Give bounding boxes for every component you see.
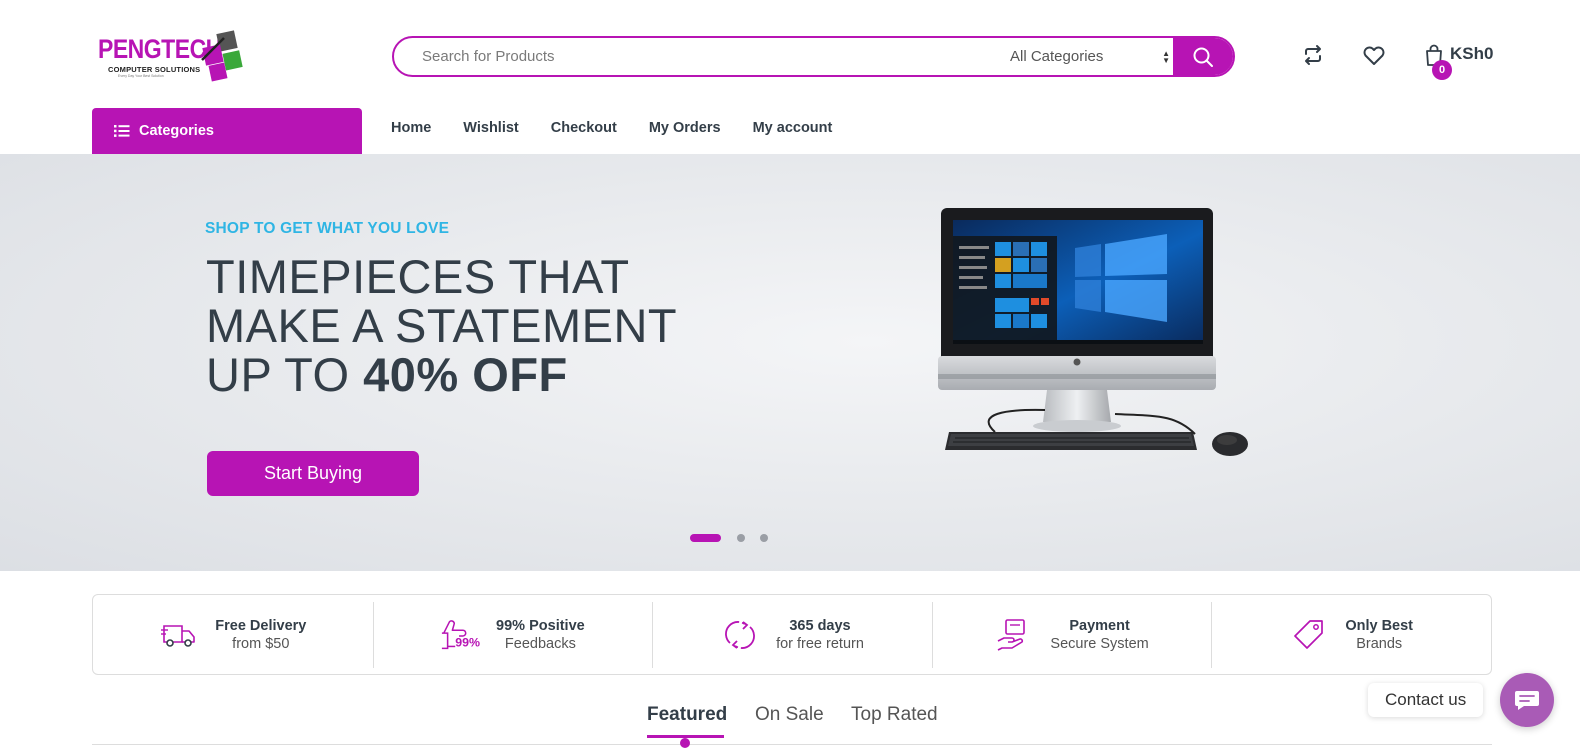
hero-line-1: TIMEPIECES THAT xyxy=(206,250,630,303)
feature-title: 99% Positive xyxy=(496,617,585,634)
hero-line-3: UP TO 40% OFF xyxy=(206,350,677,399)
feature-title: Free Delivery xyxy=(215,617,307,634)
nav-home[interactable]: Home xyxy=(391,120,431,136)
wishlist-heart-icon xyxy=(1363,46,1385,65)
nav-my-orders[interactable]: My Orders xyxy=(649,120,721,136)
feature-title: Payment xyxy=(1069,617,1130,634)
feature-subtitle: for free return xyxy=(776,635,864,652)
active-tab-pointer xyxy=(680,738,690,748)
hero-discount: 40% OFF xyxy=(363,348,568,401)
nav-checkout[interactable]: Checkout xyxy=(551,120,617,136)
feature-free-delivery: Free Delivery from $50 xyxy=(93,595,373,674)
hero-headline: TIMEPIECES THAT MAKE A STATEMENT UP TO 4… xyxy=(206,252,677,399)
feature-title: 365 days xyxy=(789,617,851,634)
search-bar: All Categories ▲▼ xyxy=(392,36,1235,77)
list-icon xyxy=(114,124,130,138)
feature-best-brands: Only Best Brands xyxy=(1211,595,1491,674)
select-arrows-icon: ▲ ▼ xyxy=(1162,49,1170,65)
search-input[interactable] xyxy=(394,38,982,75)
hero-slider: SHOP TO GET WHAT YOU LOVE TIMEPIECES THA… xyxy=(0,154,1580,571)
chat-icon xyxy=(1515,691,1539,710)
logo-mark-icon xyxy=(201,30,243,82)
product-tabs: Featured On Sale Top Rated xyxy=(92,700,1492,748)
tab-featured[interactable]: Featured xyxy=(647,704,727,726)
contact-us-label[interactable]: Contact us xyxy=(1368,683,1484,717)
feature-subtitle: Secure System xyxy=(1050,635,1149,652)
category-select-value: All Categories xyxy=(1010,48,1104,65)
cart-total[interactable]: KSh0 xyxy=(1450,44,1493,64)
features-bar: Free Delivery from $50 99% 99% Positive … xyxy=(92,594,1492,675)
logo-tagline: Every Day Your Best Solution xyxy=(118,74,164,78)
logo-subtitle: COMPUTER SOLUTIONS xyxy=(108,65,201,74)
delivery-truck-icon xyxy=(159,615,199,655)
slider-dot-1[interactable] xyxy=(690,534,721,542)
main-nav: Home Wishlist Checkout My Orders My acco… xyxy=(391,120,864,136)
slider-dot-2[interactable] xyxy=(737,534,745,542)
payment-hand-icon xyxy=(994,615,1034,655)
feature-title: Only Best xyxy=(1345,617,1414,634)
site-logo[interactable]: PENGTECH COMPUTER SOLUTIONS Every Day Yo… xyxy=(96,30,244,84)
start-buying-button[interactable]: Start Buying xyxy=(207,451,419,496)
compare-button[interactable] xyxy=(1300,42,1326,68)
thumbs-up-99-icon: 99% xyxy=(440,615,480,655)
nav-my-account[interactable]: My account xyxy=(753,120,833,136)
feature-free-return: 365 days for free return xyxy=(652,595,932,674)
hero-line-2: MAKE A STATEMENT xyxy=(206,299,678,352)
cart-count-badge: 0 xyxy=(1432,60,1452,80)
search-icon xyxy=(1193,47,1213,67)
nav-wishlist[interactable]: Wishlist xyxy=(463,120,518,136)
desktop-computer-image xyxy=(938,208,1248,456)
compare-icon xyxy=(1305,45,1321,65)
tab-on-sale[interactable]: On Sale xyxy=(755,704,824,726)
slider-dot-3[interactable] xyxy=(760,534,768,542)
search-button[interactable] xyxy=(1173,38,1233,75)
tab-top-rated[interactable]: Top Rated xyxy=(851,704,938,726)
category-select[interactable]: All Categories ▲ ▼ xyxy=(1010,38,1178,75)
categories-button[interactable]: Categories xyxy=(92,108,362,154)
feature-secure-payment: Payment Secure System xyxy=(931,595,1212,674)
return-arrows-icon xyxy=(720,615,760,655)
wishlist-button[interactable] xyxy=(1361,42,1387,68)
feature-subtitle: from $50 xyxy=(232,635,290,652)
price-tag-icon xyxy=(1289,615,1329,655)
slider-pagination xyxy=(690,534,783,542)
categories-button-label: Categories xyxy=(139,123,214,139)
feature-positive-feedback: 99% 99% Positive Feedbacks xyxy=(372,595,653,674)
feature-subtitle: Brands xyxy=(1356,635,1403,652)
feature-subtitle: Feedbacks xyxy=(504,635,576,652)
hero-line-3-prefix: UP TO xyxy=(206,348,364,401)
contact-chat-button[interactable] xyxy=(1500,673,1554,727)
hero-eyebrow: SHOP TO GET WHAT YOU LOVE xyxy=(205,220,450,237)
site-header: PENGTECH COMPUTER SOLUTIONS Every Day Yo… xyxy=(0,0,1580,154)
svg-text:99%: 99% xyxy=(455,635,480,649)
